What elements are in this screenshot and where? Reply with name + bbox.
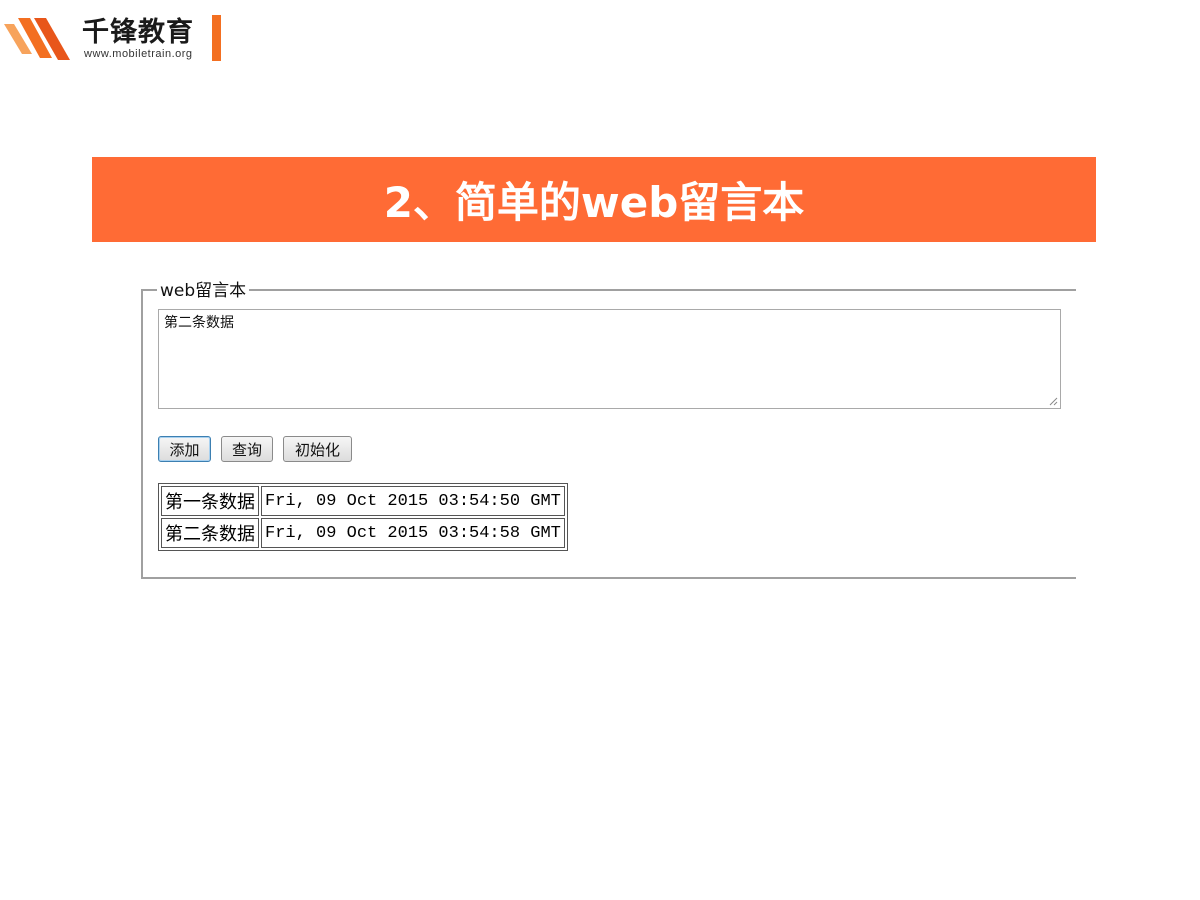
- resize-grip-icon[interactable]: [1049, 397, 1058, 406]
- table-row: 第二条数据 Fri, 09 Oct 2015 03:54:58 GMT: [161, 518, 565, 548]
- message-textarea[interactable]: 第二条数据: [158, 309, 1061, 409]
- message-time-cell: Fri, 09 Oct 2015 03:54:50 GMT: [261, 486, 565, 516]
- message-text-cell: 第一条数据: [161, 486, 259, 516]
- query-button[interactable]: 查询: [221, 436, 273, 462]
- brand-logo: 千锋教育 www.mobiletrain.org: [0, 10, 230, 66]
- slide: 千锋教育 www.mobiletrain.org 2、简单的web留言本 web…: [0, 0, 1200, 900]
- message-textarea-value: 第二条数据: [164, 315, 234, 331]
- add-button[interactable]: 添加: [158, 436, 211, 462]
- messages-table: 第一条数据 Fri, 09 Oct 2015 03:54:50 GMT 第二条数…: [158, 483, 568, 551]
- brand-url: www.mobiletrain.org: [84, 48, 193, 60]
- title-banner: 2、简单的web留言本: [92, 157, 1096, 242]
- table-row: 第一条数据 Fri, 09 Oct 2015 03:54:50 GMT: [161, 486, 565, 516]
- message-time-cell: Fri, 09 Oct 2015 03:54:58 GMT: [261, 518, 565, 548]
- slide-title: 2、简单的web留言本: [383, 178, 805, 227]
- guestbook-legend: web留言本: [157, 280, 250, 302]
- init-button[interactable]: 初始化: [283, 436, 352, 462]
- brand-name: 千锋教育: [82, 17, 194, 48]
- message-text-cell: 第二条数据: [161, 518, 259, 548]
- brand-accent-bar: [212, 15, 221, 61]
- brand-mark-icon: [4, 18, 70, 60]
